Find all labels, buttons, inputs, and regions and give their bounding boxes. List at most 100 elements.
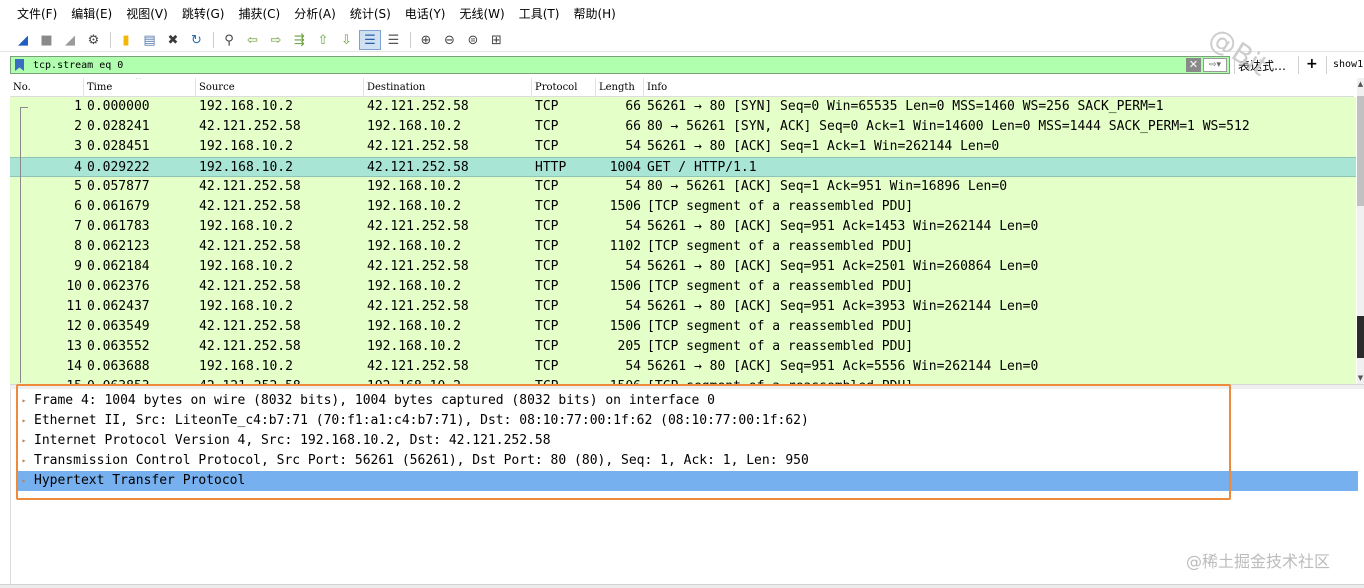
packet-protocol-cell: TCP: [535, 239, 559, 254]
close-file-icon[interactable]: ✖: [162, 30, 184, 50]
packet-protocol-cell: TCP: [535, 299, 559, 314]
packet-source-cell: 42.121.252.58: [199, 279, 301, 294]
add-filter-button[interactable]: +: [1306, 56, 1318, 72]
packet-destination-cell: 192.168.10.2: [367, 377, 533, 384]
find-packet-icon[interactable]: ⚲: [218, 30, 240, 50]
zoom-normal-icon[interactable]: ⊜: [462, 30, 484, 50]
menu-analyze[interactable]: 分析(A): [287, 0, 343, 29]
packet-source-cell: 42.121.252.58: [199, 319, 301, 334]
column-header-no[interactable]: No.: [10, 78, 84, 97]
packet-time-cell: 0.061783: [87, 219, 150, 234]
stop-capture-icon[interactable]: ■: [36, 30, 58, 50]
packet-info-cell: 80 → 56261 [SYN, ACK] Seq=0 Ack=1 Win=14…: [647, 119, 1250, 134]
restart-capture-icon[interactable]: ◢: [59, 30, 81, 50]
go-back-icon[interactable]: ⇦: [242, 30, 264, 50]
menu-telephony[interactable]: 电话(Y): [398, 0, 453, 29]
packet-row[interactable]: 9 0.062184 192.168.10.2 42.121.252.58 TCP 54 5…: [10, 257, 1356, 277]
packet-source-cell: 42.121.252.58: [199, 377, 365, 384]
packet-time-cell: 0.063688: [87, 359, 150, 374]
menu-go[interactable]: 跳转(G): [175, 0, 232, 29]
open-file-icon[interactable]: ▮: [115, 30, 137, 50]
zoom-in-icon[interactable]: ⊕: [415, 30, 437, 50]
menu-statistics[interactable]: 统计(S): [343, 0, 398, 29]
packet-row[interactable]: 13 0.063552 42.121.252.58 192.168.10.2 TCP 20…: [10, 337, 1356, 357]
packet-row[interactable]: 14 0.063688 192.168.10.2 42.121.252.58 TCP 54…: [10, 357, 1356, 377]
packet-length-cell: 54: [625, 299, 641, 314]
column-header-source[interactable]: Source: [196, 78, 364, 97]
menu-view[interactable]: 视图(V): [119, 0, 175, 29]
packet-destination-cell: 192.168.10.2: [367, 339, 461, 354]
packet-destination-cell: 42.121.252.58: [367, 359, 469, 374]
menu-capture[interactable]: 捕获(C): [231, 0, 287, 29]
packet-row[interactable]: 150.06385342.121.252.58192.168.10.2TCP15…: [10, 377, 1356, 384]
save-file-icon[interactable]: ▤: [139, 30, 161, 50]
go-to-packet-icon[interactable]: ⇶: [289, 30, 311, 50]
packet-row[interactable]: 6 0.061679 42.121.252.58 192.168.10.2 TCP 150…: [10, 197, 1356, 217]
packet-row[interactable]: 5 0.057877 42.121.252.58 192.168.10.2 TCP 54 8…: [10, 177, 1356, 197]
packet-destination-cell: 42.121.252.58: [367, 259, 469, 274]
filter-button-show1[interactable]: show1: [1333, 59, 1363, 70]
clear-filter-icon[interactable]: ✕: [1186, 58, 1201, 72]
packet-time-cell: 0.062184: [87, 259, 150, 274]
packet-info-cell: [TCP segment of a reassembled PDU]: [647, 279, 914, 294]
menu-edit[interactable]: 编辑(E): [64, 0, 119, 29]
packet-length-cell: 1102: [609, 239, 641, 254]
zoom-out-icon[interactable]: ⊖: [439, 30, 461, 50]
column-header-length[interactable]: Length: [596, 78, 644, 97]
column-header-protocol[interactable]: Protocol: [532, 78, 596, 97]
menu-file[interactable]: 文件(F): [10, 0, 64, 29]
packet-info-cell: [TCP segment of a reassembled PDU]: [647, 239, 914, 254]
auto-scroll-icon[interactable]: ☰: [359, 30, 381, 50]
capture-options-icon[interactable]: ⚙: [83, 30, 105, 50]
packet-row[interactable]: 12 0.063549 42.121.252.58 192.168.10.2 TCP 15…: [10, 317, 1356, 337]
packet-row[interactable]: 10 0.062376 42.121.252.58 192.168.10.2 TCP 15…: [10, 277, 1356, 297]
packet-row[interactable]: 4 0.029222 192.168.10.2 42.121.252.58 HTTP 10…: [10, 157, 1356, 177]
menu-tools[interactable]: 工具(T): [512, 0, 567, 29]
filter-bookmark-icon[interactable]: [11, 57, 27, 73]
column-header-destination[interactable]: Destination: [364, 78, 532, 97]
packet-row[interactable]: 7 0.061783 192.168.10.2 42.121.252.58 TCP 54 5…: [10, 217, 1356, 237]
display-filter-input[interactable]: [27, 57, 1186, 73]
packet-row[interactable]: 2 0.028241 42.121.252.58 192.168.10.2 TCP 66 8…: [10, 117, 1356, 137]
conversation-bracket: [20, 107, 21, 383]
scroll-up-icon[interactable]: ▲: [1357, 78, 1364, 90]
last-packet-icon[interactable]: ⇩: [336, 30, 358, 50]
packet-row[interactable]: 1 0.000000 192.168.10.2 42.121.252.58 TCP 66 5…: [10, 97, 1356, 117]
packet-source-cell: 192.168.10.2: [199, 99, 293, 114]
packet-time-cell: 0.062376: [87, 279, 150, 294]
packet-length-cell: 1506: [609, 319, 641, 334]
first-packet-icon[interactable]: ⇧: [312, 30, 334, 50]
scrollbar-thumb[interactable]: [1357, 96, 1364, 206]
reload-file-icon[interactable]: ↻: [186, 30, 208, 50]
packet-time-cell: 0.062437: [87, 299, 150, 314]
packet-info-cell: [TCP segment of a reassembled PDU]: [647, 319, 914, 334]
packet-time-cell: 0.063549: [87, 319, 150, 334]
resize-columns-icon[interactable]: ⊞: [486, 30, 508, 50]
packet-length-cell: 1506: [609, 279, 641, 294]
packet-row[interactable]: 8 0.062123 42.121.252.58 192.168.10.2 TCP 110…: [10, 237, 1356, 257]
colorize-icon[interactable]: ☰: [383, 30, 405, 50]
packet-info-cell: 56261 → 80 [ACK] Seq=951 Ack=2501 Win=26…: [647, 259, 1039, 274]
packet-info-cell: 80 → 56261 [ACK] Seq=1 Ack=951 Win=16896…: [647, 179, 1008, 194]
column-header-info[interactable]: Info: [644, 78, 1356, 97]
packet-info-cell: 56261 → 80 [SYN] Seq=0 Win=65535 Len=0 M…: [647, 99, 1164, 114]
packet-row[interactable]: 3 0.028451 192.168.10.2 42.121.252.58 TCP 54 5…: [10, 137, 1356, 157]
packet-row[interactable]: 11 0.062437 192.168.10.2 42.121.252.58 TCP 54…: [10, 297, 1356, 317]
menu-help[interactable]: 帮助(H): [566, 0, 622, 29]
packet-list-scrollbar[interactable]: ▲ ▼: [1357, 78, 1364, 384]
watermark-bottom: @稀土掘金技术社区: [1186, 552, 1331, 571]
scroll-down-icon[interactable]: ▼: [1357, 372, 1364, 384]
packet-time-cell: 0.063853: [87, 377, 197, 384]
start-capture-icon[interactable]: ◢: [12, 30, 34, 50]
packet-destination-cell: 192.168.10.2: [367, 199, 461, 214]
packet-source-cell: 42.121.252.58: [199, 339, 301, 354]
packet-info-cell: 56261 → 80 [ACK] Seq=951 Ack=3953 Win=26…: [647, 299, 1039, 314]
packet-protocol-cell: TCP: [535, 119, 559, 134]
main-toolbar: ◢ ■ ◢ ⚙ ▮ ▤ ✖ ↻ ⚲ ⇦ ⇨ ⇶ ⇧ ⇩ ☰ ☰ ⊕ ⊖ ⊜ ⊞: [0, 29, 1364, 52]
packet-time-cell: 0.063552: [87, 339, 150, 354]
go-forward-icon[interactable]: ⇨: [265, 30, 287, 50]
display-filter-field[interactable]: ✕ ⇨▾: [10, 56, 1230, 74]
menu-wireless[interactable]: 无线(W): [453, 0, 512, 29]
packet-protocol-cell: TCP: [535, 359, 559, 374]
packet-destination-cell: 42.121.252.58: [367, 299, 469, 314]
